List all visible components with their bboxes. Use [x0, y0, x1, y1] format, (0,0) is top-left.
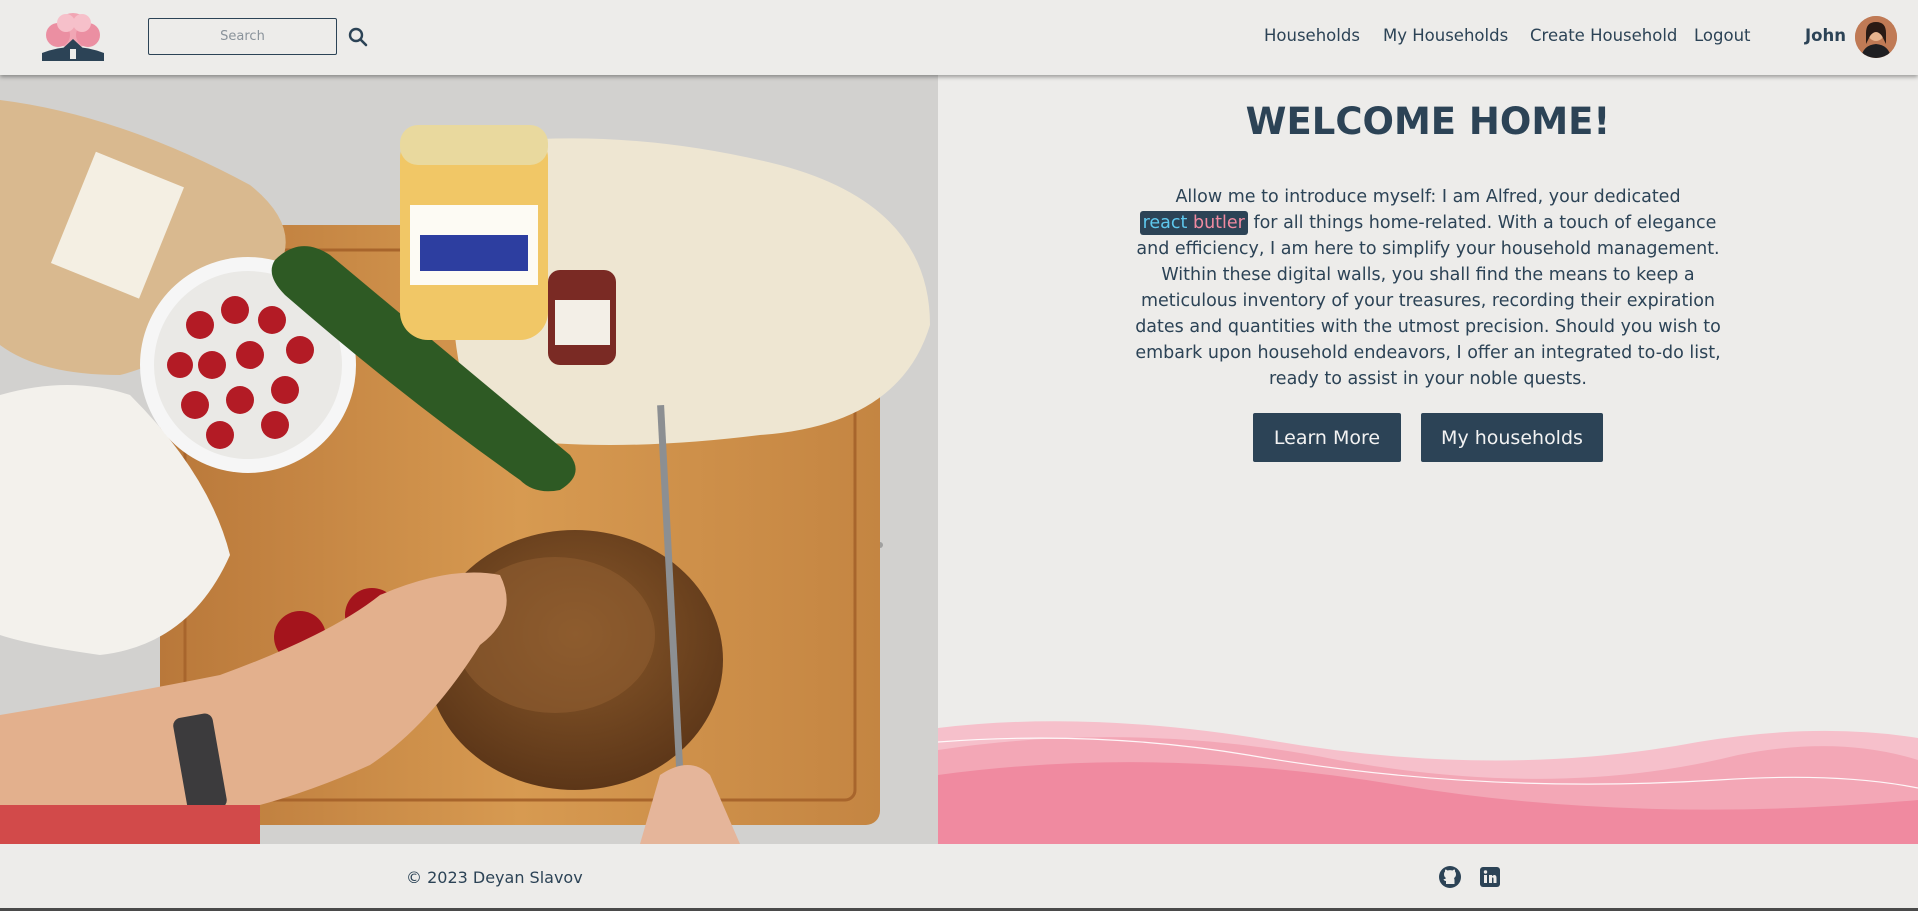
copyright-text: © 2023 Deyan Slavov — [406, 868, 583, 887]
nav-logout[interactable]: Logout — [1694, 26, 1751, 45]
github-icon[interactable] — [1438, 865, 1462, 889]
nav-households[interactable]: Households — [1264, 26, 1360, 45]
search-input[interactable] — [148, 18, 337, 55]
intro-paragraph: Allow me to introduce myself: I am Alfre… — [1127, 184, 1729, 392]
brand-butler: butler — [1192, 213, 1245, 233]
brand-react: react — [1142, 213, 1188, 233]
nav-create-household[interactable]: Create Household — [1530, 26, 1677, 45]
my-households-button[interactable]: My households — [1421, 413, 1603, 462]
top-navbar: Households My Households Create Househol… — [0, 0, 1918, 75]
intro-text-before: Allow me to introduce myself: I am Alfre… — [1175, 187, 1681, 207]
linkedin-icon[interactable] — [1478, 865, 1502, 889]
decorative-wave — [937, 700, 1918, 844]
avatar[interactable] — [1855, 16, 1897, 58]
search-icon[interactable] — [346, 25, 370, 49]
hero-image — [0, 75, 938, 844]
nav-my-households[interactable]: My Households — [1383, 26, 1508, 45]
learn-more-button[interactable]: Learn More — [1253, 413, 1401, 462]
house-tree-logo-icon — [42, 13, 104, 61]
logo[interactable] — [38, 11, 108, 63]
user-name[interactable]: John — [1805, 26, 1846, 45]
intro-text-after: for all things home-related. With a touc… — [1135, 213, 1721, 389]
page-title: WELCOME HOME! — [1245, 100, 1611, 143]
brand-badge: react butler — [1139, 211, 1248, 235]
footer: © 2023 Deyan Slavov — [0, 844, 1918, 911]
